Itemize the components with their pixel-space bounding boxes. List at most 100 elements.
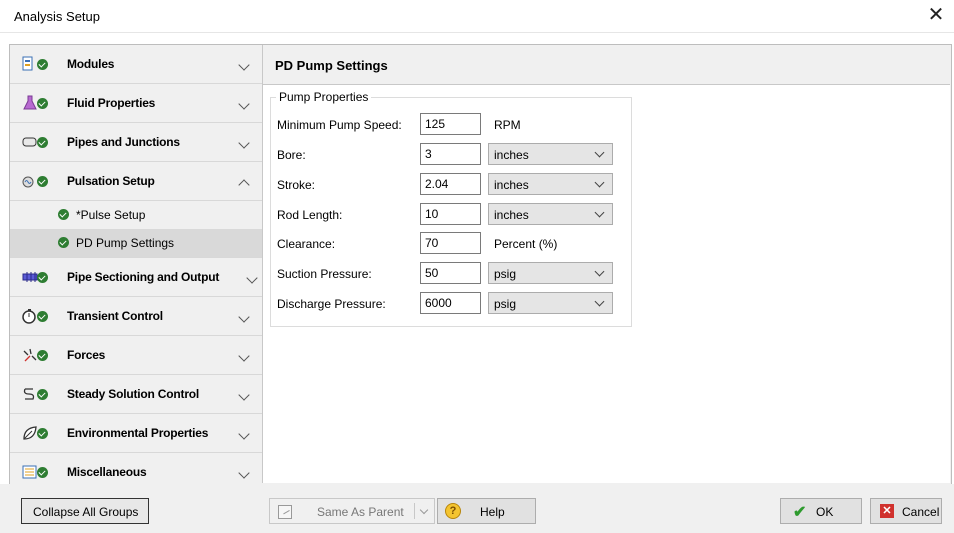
- bore-unit-select[interactable]: inches: [488, 143, 613, 165]
- clearance-input[interactable]: 70: [420, 232, 481, 254]
- sidebar-item-label: PD Pump Settings: [76, 236, 175, 250]
- collapse-all-groups-button[interactable]: Collapse All Groups: [21, 498, 149, 524]
- select-value: inches: [494, 208, 529, 222]
- discharge-pressure-input[interactable]: 6000: [420, 292, 481, 314]
- pipe-icon: [22, 137, 37, 147]
- miscellaneous-icon: [22, 465, 37, 479]
- chevron-down-icon: [238, 389, 250, 401]
- flask-icon: [23, 95, 37, 110]
- sidebar-item-pulse-setup[interactable]: *Pulse Setup: [10, 201, 262, 229]
- check-icon: [37, 98, 48, 109]
- discharge-pressure-unit-select[interactable]: psig: [488, 292, 613, 314]
- checkmark-icon: ✔: [793, 504, 807, 521]
- sidebar-group-label: Miscellaneous: [67, 465, 147, 479]
- suction-pressure-input[interactable]: 50: [420, 262, 481, 284]
- chevron-down-icon: [594, 207, 605, 218]
- sidebar-group-label: Pipes and Junctions: [67, 135, 180, 149]
- chevron-down-icon: [594, 147, 605, 158]
- chevron-down-icon[interactable]: [419, 505, 429, 515]
- sectioning-icon: [22, 272, 38, 282]
- button-label: Help: [480, 505, 505, 519]
- sidebar-group-label: Environmental Properties: [67, 426, 209, 440]
- chevron-down-icon: [238, 350, 250, 362]
- suction-pressure-unit-select[interactable]: psig: [488, 262, 613, 284]
- solution-control-icon: [23, 388, 35, 400]
- stopwatch-icon: [22, 309, 36, 324]
- field-label: Rod Length:: [277, 208, 343, 222]
- chevron-down-icon: [594, 296, 605, 307]
- button-label: Collapse All Groups: [33, 505, 139, 519]
- sidebar-group-fluid-properties[interactable]: Fluid Properties: [10, 84, 262, 123]
- chevron-down-icon: [238, 59, 250, 71]
- sidebar-group-pulsation-setup[interactable]: Pulsation Setup: [10, 162, 262, 201]
- help-icon: ?: [445, 503, 461, 519]
- chevron-down-icon: [238, 311, 250, 323]
- stroke-unit-select[interactable]: inches: [488, 173, 613, 195]
- check-icon: [37, 272, 48, 283]
- unit-label: RPM: [494, 118, 521, 132]
- bore-input[interactable]: 3: [420, 143, 481, 165]
- sidebar-item-label: *Pulse Setup: [76, 208, 146, 222]
- same-as-parent-button[interactable]: Same As Parent: [269, 498, 435, 524]
- sidebar-group-pipe-sectioning[interactable]: Pipe Sectioning and Output: [10, 257, 262, 297]
- check-icon: [37, 389, 48, 400]
- check-icon: [37, 428, 48, 439]
- chevron-down-icon: [238, 467, 250, 479]
- check-icon: [37, 176, 48, 187]
- rod-length-unit-select[interactable]: inches: [488, 203, 613, 225]
- field-label: Minimum Pump Speed:: [277, 118, 402, 132]
- select-value: inches: [494, 178, 529, 192]
- select-value: inches: [494, 148, 529, 162]
- chevron-down-icon: [246, 272, 258, 284]
- environment-icon: [23, 426, 37, 440]
- sidebar-group-modules[interactable]: Modules: [10, 45, 262, 84]
- stroke-input[interactable]: 2.04: [420, 173, 481, 195]
- sidebar: Modules Fluid Properties Pipes and Junct…: [10, 45, 263, 492]
- field-label: Clearance:: [277, 237, 336, 251]
- field-label: Discharge Pressure:: [277, 297, 386, 311]
- sidebar-group-steady-solution-control[interactable]: Steady Solution Control: [10, 375, 262, 414]
- rod-length-input[interactable]: 10: [420, 203, 481, 225]
- check-icon: [37, 59, 48, 70]
- chevron-down-icon: [238, 428, 250, 440]
- sidebar-group-label: Pulsation Setup: [67, 174, 155, 188]
- select-value: psig: [494, 267, 517, 281]
- pulsation-icon: [22, 176, 34, 188]
- modules-icon: [22, 56, 33, 71]
- document-icon: [278, 505, 292, 519]
- sidebar-group-forces[interactable]: Forces: [10, 336, 262, 375]
- field-label: Suction Pressure:: [277, 267, 372, 281]
- check-icon: [37, 311, 48, 322]
- field-label: Bore:: [277, 148, 306, 162]
- divider: [414, 503, 415, 519]
- chevron-up-icon: [238, 179, 250, 191]
- groupbox-label: Pump Properties: [276, 90, 372, 104]
- help-button[interactable]: ? Help: [437, 498, 536, 524]
- minimum-pump-speed-input[interactable]: 125: [420, 113, 481, 135]
- check-icon: [37, 350, 48, 361]
- button-label: Cancel: [902, 505, 940, 519]
- cancel-button[interactable]: ✕ Cancel: [870, 498, 942, 524]
- button-label: Same As Parent: [317, 505, 404, 519]
- ok-button[interactable]: ✔ OK: [780, 498, 862, 524]
- sidebar-group-environmental-properties[interactable]: Environmental Properties: [10, 414, 262, 453]
- chevron-down-icon: [594, 177, 605, 188]
- check-icon: [58, 209, 69, 220]
- sidebar-group-transient-control[interactable]: Transient Control: [10, 297, 262, 336]
- sidebar-group-label: Modules: [67, 57, 115, 71]
- check-icon: [37, 467, 48, 478]
- chevron-down-icon: [594, 266, 605, 277]
- check-icon: [58, 237, 69, 248]
- content-header: PD Pump Settings: [263, 45, 950, 85]
- sidebar-group-label: Fluid Properties: [67, 96, 156, 110]
- sidebar-item-pd-pump-settings[interactable]: PD Pump Settings: [10, 229, 262, 257]
- select-value: psig: [494, 297, 517, 311]
- sidebar-group-label: Pipe Sectioning and Output: [67, 270, 220, 284]
- chevron-down-icon: [238, 98, 250, 110]
- sidebar-group-pipes-and-junctions[interactable]: Pipes and Junctions: [10, 123, 262, 162]
- title-bar: Analysis Setup ✕: [0, 0, 954, 33]
- window-title: Analysis Setup: [14, 9, 100, 24]
- unit-label: Percent (%): [494, 237, 558, 251]
- button-label: OK: [816, 505, 834, 519]
- close-icon[interactable]: ✕: [918, 0, 954, 32]
